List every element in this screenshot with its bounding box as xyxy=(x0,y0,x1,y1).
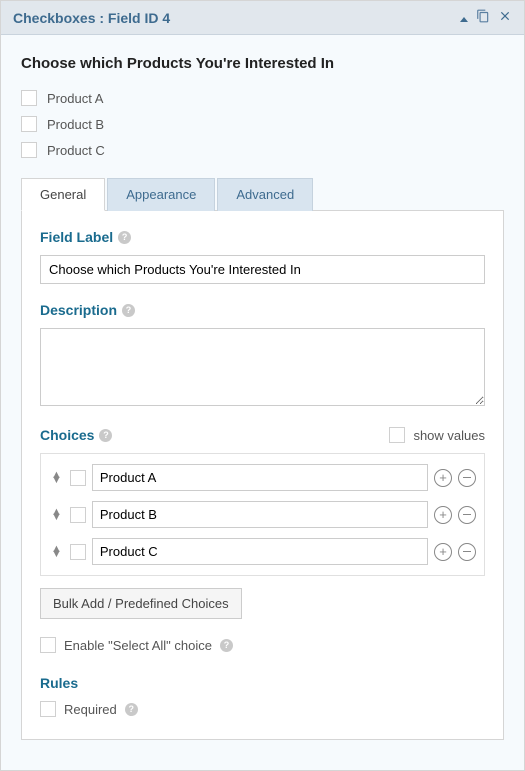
help-icon[interactable]: ? xyxy=(99,429,112,442)
tab-general[interactable]: General xyxy=(21,178,105,211)
required-label: Required xyxy=(64,702,117,717)
description-textarea[interactable] xyxy=(40,328,485,406)
tab-advanced[interactable]: Advanced xyxy=(217,178,313,211)
checkbox-icon[interactable] xyxy=(21,142,37,158)
help-icon[interactable]: ? xyxy=(220,639,233,652)
select-all-label: Enable "Select All" choice xyxy=(64,638,212,653)
choice-default-checkbox[interactable] xyxy=(70,507,86,523)
add-choice-icon[interactable]: + xyxy=(434,506,452,524)
choices-list: ▲▼ + ▲▼ + ▲▼ + xyxy=(40,453,485,576)
choice-row: ▲▼ + xyxy=(46,459,479,496)
preview-checkbox-row: Product A xyxy=(21,90,504,106)
choice-input[interactable] xyxy=(92,501,428,528)
choices-label-text: Choices xyxy=(40,427,94,443)
choice-default-checkbox[interactable] xyxy=(70,544,86,560)
required-checkbox[interactable] xyxy=(40,701,56,717)
preview-checkbox-row: Product B xyxy=(21,116,504,132)
panel-title: Checkboxes : Field ID 4 xyxy=(13,10,170,26)
panel-body: Choose which Products You're Interested … xyxy=(1,35,524,770)
show-values-checkbox[interactable] xyxy=(389,427,405,443)
rules-label: Rules xyxy=(40,675,485,691)
preview-checkbox-label: Product B xyxy=(47,117,104,132)
help-icon[interactable]: ? xyxy=(118,231,131,244)
panel-actions xyxy=(460,9,512,26)
field-panel: Checkboxes : Field ID 4 Choose which Pro… xyxy=(0,0,525,771)
preview-checkbox-label: Product C xyxy=(47,143,105,158)
show-values-label: show values xyxy=(413,428,485,443)
panel-title-bar: Checkboxes : Field ID 4 xyxy=(1,1,524,35)
help-icon[interactable]: ? xyxy=(125,703,138,716)
tab-general-content: Field Label ? Description ? Choices ? sh… xyxy=(21,210,504,740)
add-choice-icon[interactable]: + xyxy=(434,469,452,487)
choices-label: Choices ? xyxy=(40,427,112,443)
remove-choice-icon[interactable] xyxy=(458,543,476,561)
choice-row: ▲▼ + xyxy=(46,496,479,533)
preview-checkbox-label: Product A xyxy=(47,91,103,106)
remove-choice-icon[interactable] xyxy=(458,506,476,524)
choice-input[interactable] xyxy=(92,538,428,565)
bulk-add-button[interactable]: Bulk Add / Predefined Choices xyxy=(40,588,242,619)
choice-row: ▲▼ + xyxy=(46,533,479,570)
choice-default-checkbox[interactable] xyxy=(70,470,86,486)
description-label-text: Description xyxy=(40,302,117,318)
drag-handle-icon[interactable]: ▲▼ xyxy=(49,547,64,557)
select-all-option: Enable "Select All" choice ? xyxy=(40,637,485,653)
field-label-label: Field Label ? xyxy=(40,229,485,245)
remove-choice-icon[interactable] xyxy=(458,469,476,487)
checkbox-icon[interactable] xyxy=(21,116,37,132)
close-icon[interactable] xyxy=(498,9,512,26)
field-label-text: Field Label xyxy=(40,229,113,245)
tab-appearance[interactable]: Appearance xyxy=(107,178,215,211)
field-label-input[interactable] xyxy=(40,255,485,284)
duplicate-icon[interactable] xyxy=(476,9,490,26)
choice-input[interactable] xyxy=(92,464,428,491)
select-all-checkbox[interactable] xyxy=(40,637,56,653)
collapse-icon[interactable] xyxy=(460,10,468,25)
help-icon[interactable]: ? xyxy=(122,304,135,317)
drag-handle-icon[interactable]: ▲▼ xyxy=(49,473,64,483)
description-label: Description ? xyxy=(40,302,485,318)
required-option: Required ? xyxy=(40,701,485,717)
settings-tabs: General Appearance Advanced xyxy=(21,178,504,211)
field-preview-heading: Choose which Products You're Interested … xyxy=(21,55,504,72)
checkbox-icon[interactable] xyxy=(21,90,37,106)
add-choice-icon[interactable]: + xyxy=(434,543,452,561)
choices-header: Choices ? show values xyxy=(40,427,485,443)
show-values-option: show values xyxy=(389,427,485,443)
preview-checkbox-row: Product C xyxy=(21,142,504,158)
drag-handle-icon[interactable]: ▲▼ xyxy=(49,510,64,520)
preview-checkbox-group: Product A Product B Product C xyxy=(21,90,504,158)
rules-label-text: Rules xyxy=(40,675,78,691)
